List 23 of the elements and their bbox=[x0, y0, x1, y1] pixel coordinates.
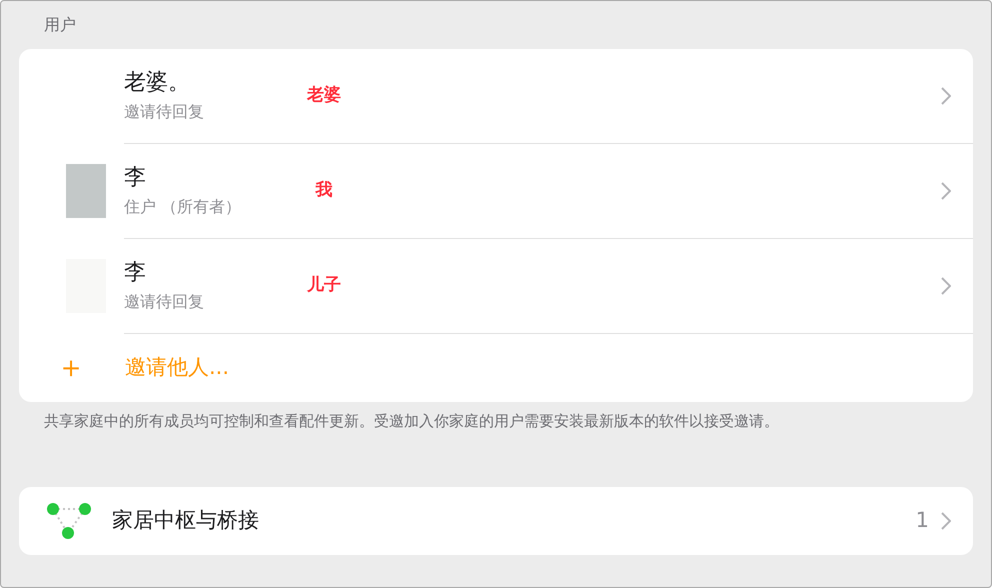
annotation-label: 我 bbox=[314, 179, 334, 202]
hubs-label: 家居中枢与桥接 bbox=[112, 507, 259, 534]
hubs-row[interactable]: 家居中枢与桥接 1 bbox=[19, 487, 973, 555]
hubs-count: 1 bbox=[916, 507, 929, 534]
plus-icon: ＋ bbox=[56, 353, 91, 383]
user-name: 李 bbox=[124, 259, 147, 287]
chevron-icon bbox=[941, 182, 951, 200]
chevron-icon bbox=[941, 87, 951, 105]
user-name: 老婆。 bbox=[124, 69, 191, 97]
hub-icon bbox=[46, 502, 92, 540]
user-row[interactable]: 李 住户 （所有者） 我 bbox=[19, 144, 973, 238]
annotation-label: 儿子 bbox=[306, 274, 342, 298]
annotation-label: 老婆 bbox=[306, 84, 342, 108]
user-row[interactable]: 李 邀请待回复 儿子 bbox=[19, 239, 973, 333]
user-status: 邀请待回复 bbox=[124, 291, 205, 313]
section-header: 用户 bbox=[44, 14, 77, 36]
user-status: 住户 （所有者） bbox=[124, 196, 242, 218]
chevron-icon bbox=[941, 512, 951, 530]
footer-note: 共享家庭中的所有成员均可控制和查看配件更新。受邀加入你家庭的用户需要安装最新版本的软件以接受邀请。 bbox=[44, 411, 780, 432]
user-status: 邀请待回复 bbox=[124, 101, 205, 123]
user-row[interactable]: 老婆。 邀请待回复 老婆 bbox=[19, 49, 973, 143]
chevron-icon bbox=[941, 277, 951, 295]
user-name: 李 bbox=[124, 164, 147, 192]
